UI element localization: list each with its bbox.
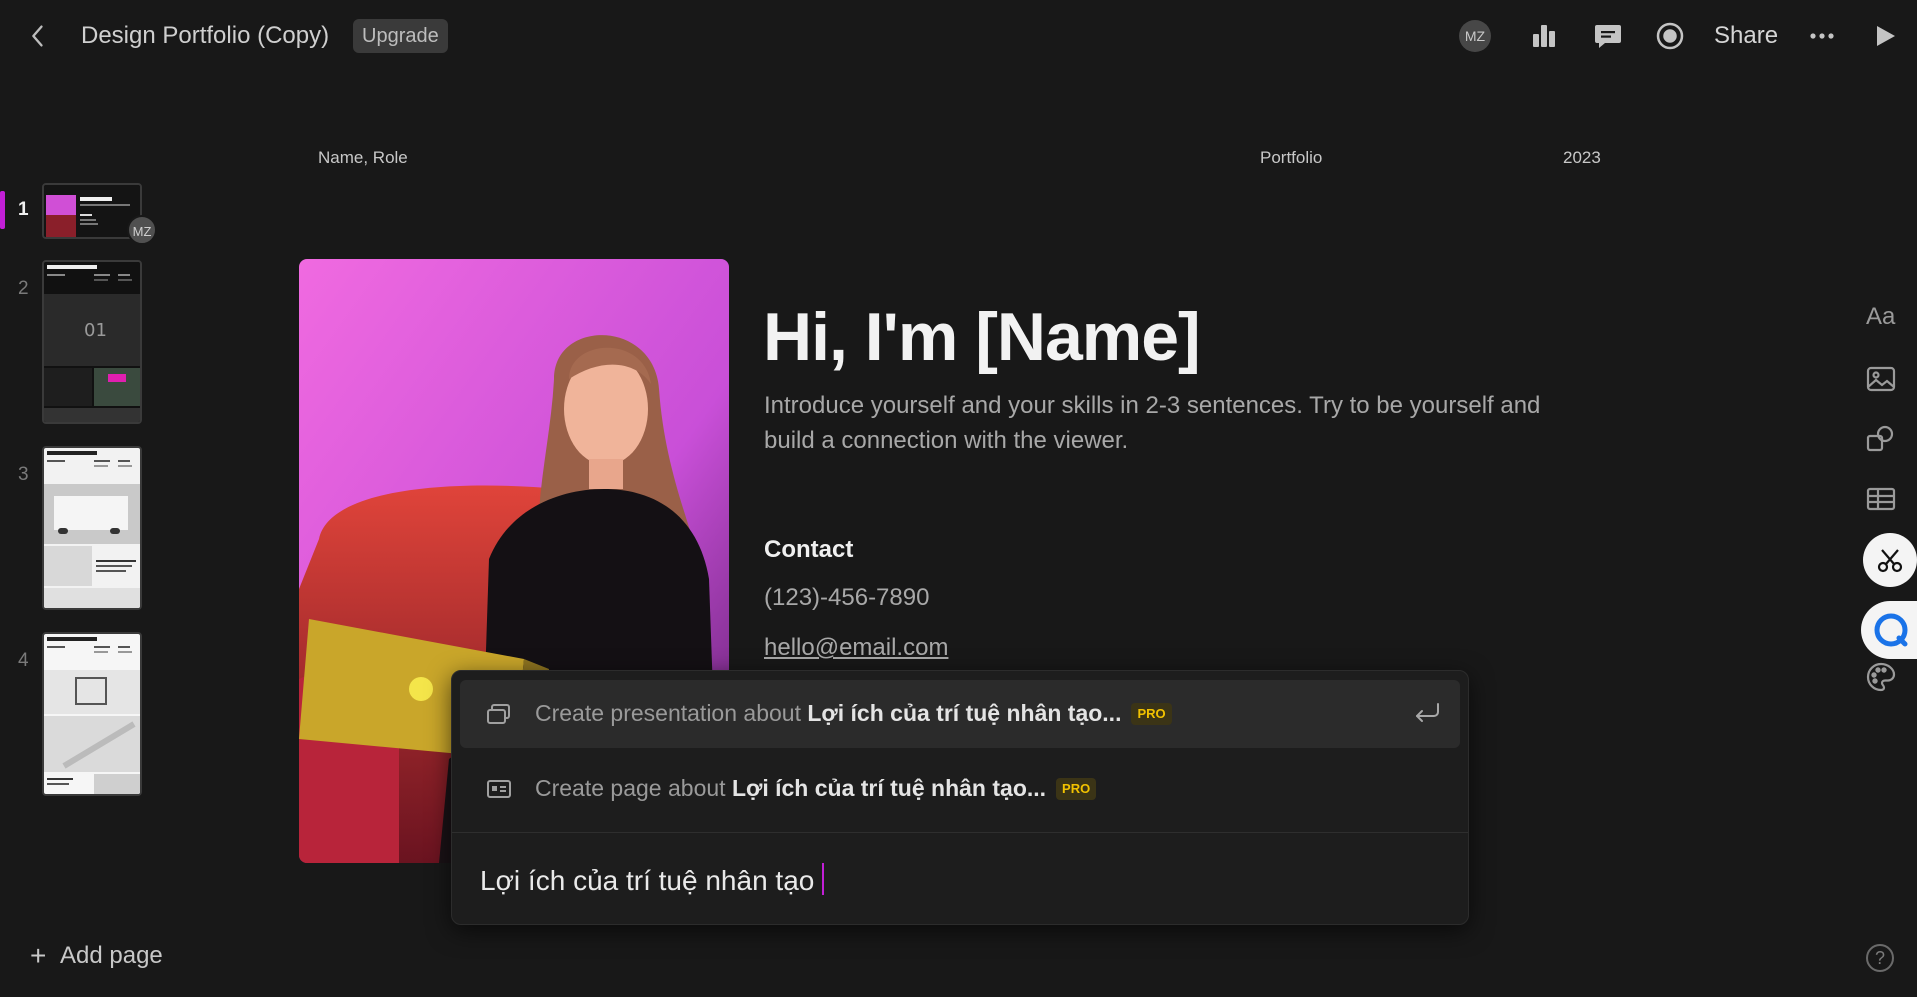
ai-prompt-input[interactable]: Lợi ích của trí tuệ nhân tạo [480,863,825,897]
comment-icon[interactable] [1592,20,1624,52]
svg-text:01: 01 [84,320,107,341]
slide-header-right[interactable]: 2023 [1563,148,1601,168]
palette-icon[interactable] [1864,660,1898,694]
create-page-option[interactable]: Create page about Lợi ích của trí tuệ nh… [460,755,1460,823]
phone-number[interactable]: (123)-456-7890 [764,584,929,612]
page-number: 3 [18,464,29,485]
document-title[interactable]: Design Portfolio (Copy) [81,22,329,50]
scissors-button[interactable] [1863,533,1917,587]
text-tool-button[interactable]: Aa [1866,303,1895,331]
presentation-icon [487,704,510,724]
play-icon[interactable] [1868,20,1900,52]
pro-badge: PRO [1056,778,1097,800]
help-button[interactable]: ? [1866,944,1894,972]
plus-icon: + [30,940,47,971]
page-number: 4 [18,650,29,671]
pro-badge: PRO [1131,703,1172,725]
page-number: 2 [18,278,29,299]
text-caret [822,863,825,895]
enter-icon [1416,703,1439,722]
bar-chart-icon[interactable] [1528,20,1560,52]
page-thumbnail-2[interactable]: 01 [42,260,142,424]
divider [452,832,1468,833]
scissors-icon [1877,549,1903,573]
page-number: 1 [18,199,29,220]
record-icon[interactable] [1654,20,1686,52]
slide-header-left[interactable]: Name, Role [318,148,408,168]
shapes-icon[interactable] [1864,422,1898,456]
chat-bubble-icon [1874,613,1908,647]
hero-title[interactable]: Hi, I'm [Name] [763,298,1201,376]
add-page-button[interactable]: + Add page [30,940,163,972]
page-icon [487,780,511,798]
assistant-button[interactable] [1861,601,1917,659]
more-icon[interactable] [1806,20,1838,52]
page-thumbnail-3[interactable] [42,446,142,610]
slide-header-mid[interactable]: Portfolio [1260,148,1322,168]
image-icon[interactable] [1864,362,1898,396]
share-button[interactable]: Share [1714,22,1778,50]
avatar[interactable]: MZ [1459,20,1491,52]
hero-description[interactable]: Introduce yourself and your skills in 2-… [764,388,1584,458]
collaborator-avatar: MZ [127,215,157,245]
email-link[interactable]: hello@email.com [764,634,948,662]
top-bar: Design Portfolio (Copy) Upgrade MZ Share [0,0,1917,72]
active-page-indicator [0,191,5,229]
contact-heading[interactable]: Contact [764,536,853,564]
page-thumbnail-4[interactable] [42,632,142,796]
upgrade-button[interactable]: Upgrade [353,19,448,53]
create-presentation-option[interactable]: Create presentation about Lợi ích của tr… [460,680,1460,748]
ai-command-popup: Create presentation about Lợi ích của tr… [451,670,1469,925]
table-icon[interactable] [1864,482,1898,516]
chevron-left-icon[interactable] [24,22,52,50]
